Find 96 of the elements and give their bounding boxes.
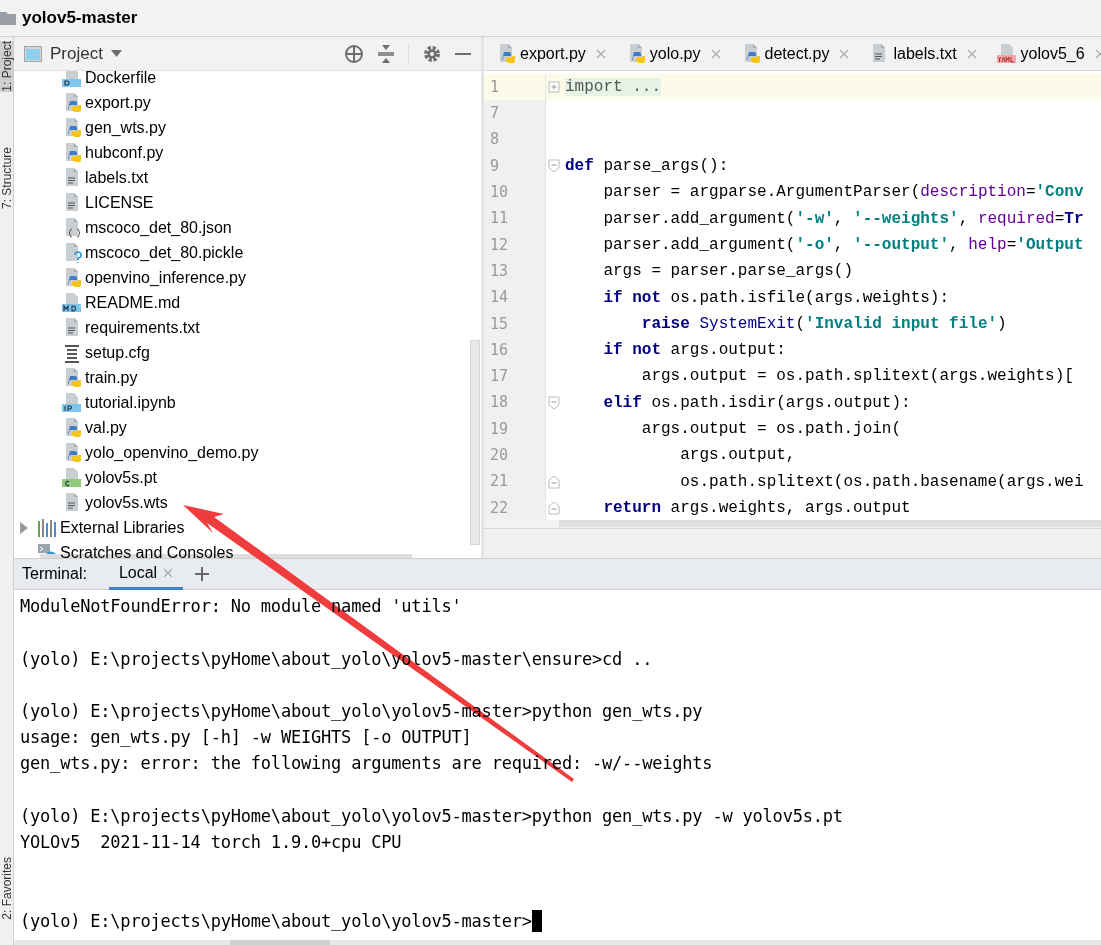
code-line: if not args.output: (602, 340, 786, 362)
tool-window-tab[interactable]: 7: Structure (0, 147, 14, 210)
code-line: if not os.path.isfile(args.weights): (602, 287, 950, 309)
line-number: 7 (490, 103, 500, 125)
terminal-line: (yolo) E:\projects\pyHome\about_yolo\yolov5-master>python gen_wts.py -w yolov5s.pt (20, 804, 843, 828)
line-number: 13 (490, 260, 509, 282)
code-line: args.output, (679, 445, 796, 467)
code-line: parser.add_argument('-o', '--output', help='Output (602, 234, 1084, 256)
tree-item[interactable]: LICENSE (85, 190, 154, 215)
collapse-fold-icon[interactable] (547, 395, 560, 410)
yaml-file-icon (996, 43, 1017, 64)
line-number: 12 (490, 234, 509, 256)
editor-tab[interactable]: yolov5_6 (984, 37, 1101, 70)
tree-item[interactable]: val.py (85, 415, 127, 440)
notebook-file-icon (62, 392, 82, 413)
code-line: elif os.path.isdir(args.output): (602, 392, 911, 414)
line-number: 1 (490, 76, 500, 98)
tree-item[interactable]: tutorial.ipynb (85, 390, 176, 415)
close-icon[interactable] (966, 48, 977, 59)
binary-file-icon (62, 467, 82, 488)
terminal-line: (yolo) E:\projects\pyHome\about_yolo\yolov5-master> (20, 909, 532, 933)
tree-item[interactable]: requirements.txt (85, 315, 200, 340)
tree-item[interactable]: External Libraries (60, 515, 185, 540)
code-line: os.path.splitext(os.path.basename(args.wei (679, 471, 1084, 493)
tool-window-tab[interactable]: 1: Project (0, 41, 14, 92)
code-line: args.output = os.path.splitext(args.weights)[ (640, 366, 1074, 388)
line-number: 21 (490, 471, 509, 493)
editor-tab[interactable]: labels.txt (857, 37, 985, 70)
line-number: 8 (490, 129, 500, 151)
expand-fold-icon[interactable] (547, 80, 560, 95)
horizontal-scrollbar[interactable] (559, 520, 1101, 527)
library-icon (37, 517, 57, 538)
close-icon[interactable] (839, 48, 850, 59)
line-number: 16 (490, 339, 509, 361)
close-icon[interactable] (710, 48, 721, 59)
close-icon[interactable] (1094, 48, 1101, 59)
terminal-line: ModuleNotFoundError: No module named 'utils' (20, 595, 462, 619)
code-line: return args.weights, args.output (602, 497, 911, 519)
tree-item[interactable]: hubconf.py (85, 140, 164, 165)
window-title: yolov5-master (22, 7, 138, 30)
collapse-all-icon[interactable] (378, 44, 394, 63)
code-line: args.output = os.path.join( (640, 419, 902, 440)
dropdown-caret-icon[interactable] (110, 50, 122, 57)
line-number: 10 (490, 182, 509, 204)
line-number: 19 (490, 418, 509, 440)
terminal-tab[interactable]: Local (108, 558, 184, 590)
line-number: 15 (490, 313, 509, 335)
locate-icon[interactable] (344, 43, 364, 64)
tree-item[interactable]: yolov5s.wts (85, 490, 168, 515)
fold-end-icon[interactable] (547, 500, 560, 515)
code-line: parser.add_argument('-w', '--weights', required=Tr (602, 208, 1084, 230)
tree-item[interactable]: mscoco_det_80.pickle (85, 240, 244, 265)
terminal-line: YOLOv5 2021-11-14 torch 1.9.0+cpu CPU (20, 831, 402, 855)
settings-icon[interactable] (423, 44, 441, 63)
tree-item[interactable]: setup.cfg (85, 340, 150, 365)
editor-tab[interactable]: detect.py (728, 37, 858, 70)
tree-item[interactable]: yolo_openvino_demo.py (85, 440, 259, 465)
tree-item[interactable]: mscoco_det_80.json (85, 215, 232, 240)
close-icon[interactable] (163, 567, 174, 578)
folder-icon (0, 11, 16, 25)
horizontal-scrollbar[interactable] (230, 940, 330, 945)
tree-item[interactable]: README.md (85, 290, 181, 315)
panel-icon (24, 45, 42, 62)
config-file-icon (62, 342, 82, 363)
vertical-scrollbar[interactable] (470, 340, 480, 545)
editor-tab[interactable]: export.py (484, 37, 614, 70)
tool-window-tab[interactable]: 2: Favorites (0, 857, 14, 920)
tree-item[interactable]: export.py (85, 90, 151, 115)
editor-tab[interactable]: yolo.py (613, 37, 729, 70)
line-number: 18 (490, 392, 509, 414)
terminal-line: usage: gen_wts.py [-h] -w WEIGHTS [-o OUTPUT] (20, 726, 472, 750)
code-line: parser = argparse.ArgumentParser(description='Conv (602, 182, 1084, 204)
tree-item[interactable]: gen_wts.py (85, 115, 166, 140)
line-number: 22 (490, 497, 509, 519)
line-number: 9 (490, 155, 500, 177)
line-number: 20 (490, 445, 509, 467)
terminal-label: Terminal: (22, 564, 87, 584)
add-icon[interactable] (195, 567, 210, 581)
markdown-file-icon (62, 292, 82, 313)
tree-item[interactable]: labels.txt (85, 165, 149, 190)
tree-item[interactable]: Scratches and Consoles (60, 540, 234, 558)
line-number: 17 (490, 366, 509, 388)
tree-item[interactable]: yolov5s.pt (85, 465, 158, 490)
collapse-fold-icon[interactable] (547, 159, 560, 174)
tree-item[interactable]: train.py (85, 365, 138, 390)
fold-end-icon[interactable] (547, 474, 560, 489)
line-number: 14 (490, 287, 509, 309)
panel-title[interactable]: Project (50, 40, 103, 67)
tree-item[interactable]: openvino_inference.py (85, 265, 246, 290)
code-line: raise SystemExit('Invalid input file') (640, 313, 1007, 335)
tree-item[interactable]: Dockerfile (85, 71, 157, 90)
line-number: 11 (490, 208, 509, 230)
code-line: def parse_args(): (565, 156, 729, 178)
docker-file-icon (62, 71, 82, 88)
close-icon[interactable] (595, 48, 606, 59)
code-line: args = parser.parse_args() (602, 261, 854, 283)
